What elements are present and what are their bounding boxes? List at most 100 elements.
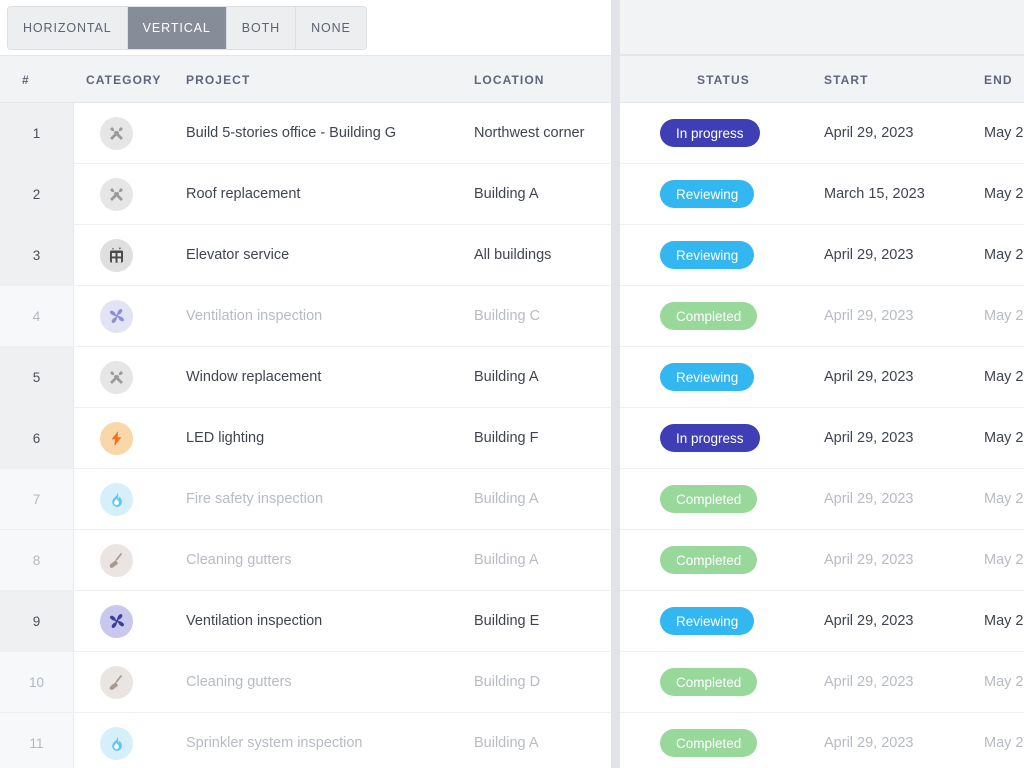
vertical-scrollbar[interactable] [611,0,620,768]
end-date-cell: May 2 [984,125,1024,141]
scroll-mode-button-horizontal[interactable]: HORIZONTAL [8,6,128,49]
start-date-cell: April 29, 2023 [824,735,914,751]
column-header-location[interactable]: LOCATION [474,56,594,103]
end-date-cell: May 2 [984,308,1024,324]
category-cell [100,469,160,529]
status-cell: In progress [660,103,810,163]
table-row[interactable]: 11 Sprinkler system inspection Building A C… [0,713,1024,768]
location-cell: Building A [474,491,539,507]
design-tools-icon [100,360,133,394]
table-row[interactable]: 9 Ventilation inspection Building E Reviewi… [0,591,1024,652]
column-header-start[interactable]: START [824,56,894,103]
table-row[interactable]: 7 Fire safety inspection Building A Complet… [0,469,1024,530]
end-date-cell: May 2 [984,186,1024,202]
status-cell: Completed [660,469,810,529]
row-number: 11 [0,713,74,768]
location-cell: Building A [474,369,539,385]
row-number: 6 [0,408,74,468]
status-badge: In progress [660,424,760,452]
location-cell: Building D [474,674,541,690]
status-badge: Reviewing [660,607,755,635]
table-row[interactable]: 8 Cleaning gutters Building A Completed Apri… [0,530,1024,591]
start-date-cell: April 29, 2023 [824,308,914,324]
table-demo-page: HORIZONTAL VERTICAL BOTH NONE # CATEGORY PROJ… [0,0,1024,768]
status-cell: Completed [660,286,810,346]
location-cell: Building C [474,308,541,324]
end-date-cell: May 2 [984,674,1024,690]
table-row[interactable]: 6 LED lighting Building F In progress April … [0,408,1024,469]
end-date-cell: May 2 [984,491,1024,507]
status-badge: In progress [660,119,760,147]
start-date-cell: April 29, 2023 [824,125,914,141]
category-cell [100,103,160,163]
column-header-end[interactable]: END [984,56,1024,103]
column-header-status[interactable]: STATUS [697,56,767,103]
location-cell: All buildings [474,247,552,263]
status-badge: Reviewing [660,241,755,269]
start-date-cell: April 29, 2023 [824,674,914,690]
end-date-cell: May 2 [984,735,1024,751]
end-date-cell: May 2 [984,552,1024,568]
start-date-cell: April 29, 2023 [824,369,914,385]
start-date-cell: March 15, 2023 [824,186,925,202]
status-cell: Reviewing [660,225,810,285]
project-cell: Cleaning gutters [186,552,292,568]
scroll-mode-button-vertical[interactable]: VERTICAL [127,6,227,49]
start-date-cell: April 29, 2023 [824,613,914,629]
lightning-bolt-icon [100,421,133,455]
design-tools-icon [100,116,133,150]
elevator-icon [100,238,133,272]
category-cell [100,530,160,590]
status-badge: Reviewing [660,180,755,208]
status-badge: Completed [660,302,758,330]
table-row[interactable]: 2 Roof replacement Building A Reviewing Marc… [0,164,1024,225]
scroll-mode-button-group[interactable]: HORIZONTAL VERTICAL BOTH NONE [8,6,366,49]
table-row[interactable]: 3 Elevator service All buildings Reviewing A… [0,225,1024,286]
project-cell: Cleaning gutters [186,674,292,690]
location-cell: Building A [474,552,539,568]
row-number: 9 [0,591,74,651]
table-row[interactable]: 4 Ventilation inspection Building C Complet… [0,286,1024,347]
category-cell [100,347,160,407]
table-row[interactable]: 5 Window replacement Building A Reviewing Ap… [0,347,1024,408]
scroll-mode-button-both[interactable]: BOTH [226,6,297,49]
row-number: 4 [0,286,74,346]
scroll-mode-button-none[interactable]: NONE [296,6,366,49]
status-badge: Completed [660,668,758,696]
design-tools-icon [100,177,133,211]
ventilation-fan-icon [100,604,133,638]
category-cell [100,225,160,285]
status-badge: Completed [660,729,758,757]
start-date-cell: April 29, 2023 [824,552,914,568]
start-date-cell: April 29, 2023 [824,247,914,263]
location-cell: Northwest corner [474,125,585,141]
project-cell: Ventilation inspection [186,613,323,629]
start-date-cell: April 29, 2023 [824,430,914,446]
table-row[interactable]: 10 Cleaning gutters Building D Completed Apr… [0,652,1024,713]
project-cell: Build 5-stories office - Building G [186,125,397,141]
broom-icon [100,665,133,699]
status-badge: Completed [660,546,758,574]
row-number: 10 [0,652,74,712]
category-cell [100,164,160,224]
category-cell [100,408,160,468]
status-cell: Reviewing [660,591,810,651]
category-cell [100,286,160,346]
column-header-num[interactable]: # [22,56,52,103]
ventilation-fan-icon [100,299,133,333]
end-date-cell: May 2 [984,430,1024,446]
project-cell: Window replacement [186,369,322,385]
status-cell: Completed [660,530,810,590]
end-date-cell: May 2 [984,247,1024,263]
table-row[interactable]: 1 Build 5-stories office - Building G Nort… [0,103,1024,164]
location-cell: Building F [474,430,539,446]
category-cell [100,652,160,712]
project-cell: Fire safety inspection [186,491,324,507]
column-header-project[interactable]: PROJECT [186,56,456,103]
column-header-category[interactable]: CATEGORY [86,56,176,103]
status-cell: Completed [660,713,810,768]
toolbar: HORIZONTAL VERTICAL BOTH NONE [0,0,611,55]
project-cell: Elevator service [186,247,290,263]
broom-icon [100,543,133,577]
category-cell [100,713,160,768]
